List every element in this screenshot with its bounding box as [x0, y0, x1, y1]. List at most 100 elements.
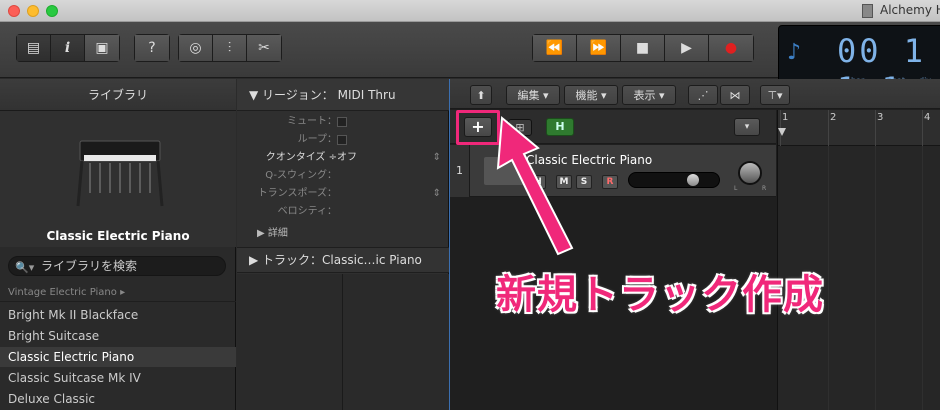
tools-group: ◎ ⫶ ✂ — [178, 34, 282, 62]
electric-piano-icon — [76, 140, 164, 207]
automation-button[interactable]: ⋰ — [688, 85, 718, 105]
question-icon: ? — [148, 40, 156, 56]
rewind-icon: ⏪ — [545, 40, 564, 56]
metronome-icon: ♪ — [787, 40, 802, 65]
loop-label: ループ： — [297, 134, 337, 145]
library-toggle-button[interactable]: ▤ — [17, 35, 51, 61]
snap-button[interactable]: ⊤▾ — [760, 85, 790, 105]
pan-knob[interactable] — [738, 161, 762, 185]
smart-controls-button[interactable]: ◎ — [179, 35, 213, 61]
instrument-preview — [0, 111, 236, 247]
chevron-right-icon: ▸ — [120, 287, 126, 298]
forward-icon: ⏩ — [589, 40, 608, 56]
q-swing-label: Q-スウィング： — [265, 170, 337, 181]
track-options-button[interactable]: ▾ — [734, 118, 760, 136]
annotation-text: 新規トラック作成 — [496, 272, 824, 318]
bar-ruler[interactable]: 1 2 3 4 — [778, 110, 940, 146]
velocity-label: ベロシティ： — [277, 206, 337, 217]
inspector-panel: ▼ リージョン： MIDI Thru ミュート： ループ： クオンタイズ ÷ オフ… — [237, 79, 449, 410]
close-window-button[interactable] — [8, 5, 20, 17]
knob-icon: ◎ — [189, 40, 202, 56]
record-enable-button[interactable]: R — [602, 175, 618, 189]
toolbar-toggle-button[interactable]: ▣ — [85, 35, 119, 61]
transpose-label: トランスポーズ： — [257, 188, 337, 199]
timeline[interactable]: 1 2 3 4 — [777, 110, 940, 410]
details-disclosure[interactable]: ▶ 詳細 — [237, 225, 449, 243]
ruler-bar-1: 1 — [782, 112, 789, 123]
stop-button[interactable]: ■ — [621, 35, 665, 61]
library-icon: ▤ — [26, 40, 41, 56]
edit-menu[interactable]: 編集 ▾ — [506, 85, 560, 105]
mute-checkbox[interactable] — [337, 117, 347, 127]
mute-row: ミュート： — [237, 113, 449, 131]
search-placeholder: ライブラリを検索 — [41, 259, 138, 273]
region-header[interactable]: ▼ リージョン： MIDI Thru — [237, 79, 449, 111]
grid-line — [922, 146, 923, 410]
stepper-icon: ⇕ — [432, 188, 441, 199]
playhead[interactable] — [778, 128, 786, 136]
transport-group: ⏪ ⏩ ■ ▶ ● — [532, 34, 754, 62]
play-button[interactable]: ▶ — [665, 35, 709, 61]
quantize-row[interactable]: クオンタイズ ÷ オフ ⇕ — [237, 149, 449, 167]
minimize-window-button[interactable] — [27, 5, 39, 17]
window-title: Alchemy H — [880, 3, 940, 17]
transpose-row[interactable]: トランスポーズ： ⇕ — [237, 185, 449, 203]
library-item-selected[interactable]: Classic Electric Piano — [0, 347, 236, 367]
velocity-row[interactable]: ベロシティ： — [237, 203, 449, 221]
library-breadcrumb[interactable]: Vintage Electric Piano ▸ — [0, 284, 236, 302]
flex-button[interactable]: ⋈ — [720, 85, 750, 105]
ruler-line — [922, 110, 923, 146]
library-header: ライブラリ — [0, 79, 236, 111]
loop-row: ループ： — [237, 131, 449, 149]
function-menu[interactable]: 機能 ▾ — [564, 85, 618, 105]
library-item[interactable]: Classic Suitcase Mk IV — [0, 368, 236, 388]
inspector-toggle-button[interactable]: i — [51, 35, 85, 61]
flex-icon: ⋈ — [729, 88, 741, 102]
quantize-label: クオンタイズ ÷ — [265, 152, 337, 163]
instrument-name: Classic Electric Piano — [46, 229, 190, 243]
view-toggle-group: ▤ i ▣ — [16, 34, 120, 62]
up-arrow-icon: ⬆ — [476, 88, 486, 102]
library-search-input[interactable]: 🔍▾ ライブラリを検索 — [8, 256, 226, 276]
ruler-bar-2: 2 — [830, 112, 837, 123]
mute-label: ミュート： — [287, 116, 337, 127]
track-number: 1 — [450, 145, 470, 197]
catch-button[interactable]: ⬆ — [470, 85, 492, 105]
play-icon: ▶ — [681, 40, 692, 56]
forward-button[interactable]: ⏩ — [577, 35, 621, 61]
mixer-button[interactable]: ⫶ — [213, 35, 247, 61]
document-icon — [862, 4, 873, 18]
maximize-window-button[interactable] — [46, 5, 58, 17]
grid-line — [875, 146, 876, 410]
record-button[interactable]: ● — [709, 35, 753, 61]
title-bar: Alchemy H — [0, 0, 940, 22]
toolbar-icon: ▣ — [95, 40, 109, 56]
volume-slider[interactable] — [628, 172, 720, 188]
scissors-icon: ✂ — [258, 40, 270, 56]
annotation-arrow-icon — [496, 116, 574, 256]
search-icon: 🔍▾ — [15, 261, 35, 274]
editors-button[interactable]: ✂ — [247, 35, 281, 61]
stop-icon: ■ — [635, 40, 650, 56]
loop-checkbox[interactable] — [337, 135, 347, 145]
main-toolbar: ▤ i ▣ ? ◎ ⫶ ✂ ⏪ ⏩ ■ ▶ ● ♪ 00 1 1 1 bar b… — [0, 22, 940, 108]
stepper-icon: ⇕ — [432, 152, 441, 163]
view-menu[interactable]: 表示 ▾ — [622, 85, 676, 105]
track-header[interactable]: ▶ トラック：Classic…ic Piano — [237, 247, 449, 273]
rewind-button[interactable]: ⏪ — [533, 35, 577, 61]
tracks-menubar: ⬆ 編集 ▾ 機能 ▾ 表示 ▾ ⋰ ⋈ ⊤▾ — [450, 79, 940, 109]
mixer-icon: ⫶ — [227, 40, 232, 56]
volume-handle[interactable] — [687, 174, 699, 186]
library-item[interactable]: Bright Mk II Blackface — [0, 305, 236, 325]
chevron-down-icon: ▾ — [744, 122, 750, 132]
help-button[interactable]: ? — [135, 35, 169, 61]
grid-line — [828, 146, 829, 410]
snap-icon: ⊤▾ — [767, 88, 783, 102]
library-item[interactable]: Deluxe Classic — [0, 389, 236, 409]
pan-right-label: R — [762, 185, 767, 192]
help-group: ? — [134, 34, 170, 62]
ruler-line — [828, 110, 829, 146]
info-icon: i — [64, 40, 71, 56]
q-swing-row[interactable]: Q-スウィング： — [237, 167, 449, 185]
library-item[interactable]: Bright Suitcase — [0, 326, 236, 346]
